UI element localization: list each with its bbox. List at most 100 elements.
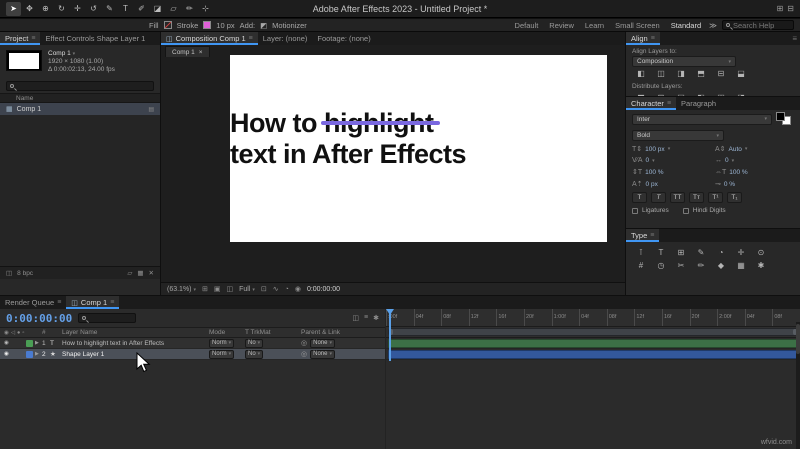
close-icon[interactable]: × <box>199 49 203 56</box>
kerning-value[interactable]: 0 <box>646 157 650 164</box>
type-panel-tool-icon[interactable]: T <box>654 248 668 257</box>
mask-visibility-icon[interactable]: ▣ <box>214 285 221 293</box>
tab-composition[interactable]: ◫ Composition Comp 1 ≡ <box>161 32 258 45</box>
type-panel-tool-icon[interactable]: ✏ <box>694 261 708 270</box>
superscript-button[interactable]: T¹ <box>708 192 723 203</box>
layer-name-column-header[interactable]: Layer Name <box>62 329 209 336</box>
panel-menu-icon[interactable]: ≡ <box>789 32 800 45</box>
workspace-learn[interactable]: Learn <box>582 21 607 30</box>
font-size-value[interactable]: 100 px <box>645 146 665 153</box>
tab-paragraph[interactable]: Paragraph <box>676 97 721 110</box>
timeline-search-input[interactable] <box>78 313 137 323</box>
selection-tool-icon[interactable]: ➤ <box>6 1 21 16</box>
align-v-center-icon[interactable]: ⊟ <box>714 69 728 78</box>
trkmat-dropdown[interactable]: No ▾ <box>245 349 264 359</box>
vertical-scale-value[interactable]: 100 % <box>645 169 663 176</box>
layer-1-duration-bar[interactable] <box>388 338 798 348</box>
pan-camera-tool-icon[interactable]: ✛ <box>70 2 85 16</box>
stroke-color-swatch[interactable] <box>203 21 212 29</box>
current-timecode[interactable]: 0:00:00:00 <box>6 312 72 325</box>
workspace-standard[interactable]: Standard <box>668 21 704 30</box>
zoom-level-dropdown[interactable]: (63.1%) ▾ <box>167 286 196 293</box>
distribute-v-center-icon[interactable]: ⊟ <box>654 93 668 96</box>
layer-row-1[interactable]: ◉ ▶ 1 T How to highlight text in After E… <box>0 338 385 349</box>
exposure-icon[interactable]: ∿ <box>273 285 279 293</box>
hand-tool-icon[interactable]: ✥ <box>22 2 37 16</box>
label-color-chip[interactable] <box>26 350 33 358</box>
label-color-chip[interactable] <box>26 339 33 347</box>
pen-tool-icon[interactable]: ✎ <box>102 2 117 16</box>
motionizer-button[interactable]: Motionizer <box>272 21 307 30</box>
panel-menu-icon[interactable]: ≡ <box>650 232 654 239</box>
roto-brush-tool-icon[interactable]: ✏ <box>182 2 197 16</box>
clone-stamp-tool-icon[interactable]: ◪ <box>150 2 165 16</box>
type-panel-tool-icon[interactable]: ✱ <box>754 261 768 270</box>
mode-dropdown[interactable]: Norm ▾ <box>209 349 235 359</box>
pick-whip-icon[interactable]: ◎ <box>301 350 307 358</box>
playhead[interactable] <box>386 309 394 361</box>
zoom-tool-icon[interactable]: ⊕ <box>38 2 53 16</box>
workspace-overflow-icon[interactable]: ≫ <box>709 21 717 30</box>
layer-2-duration-bar[interactable] <box>388 349 798 359</box>
panel-menu-icon[interactable]: ≡ <box>57 299 61 306</box>
timeline-scrollbar[interactable] <box>796 322 800 449</box>
font-size-control[interactable]: T⇕ 100 px ▾ <box>632 145 711 154</box>
resolution-dropdown[interactable]: Full ▾ <box>239 286 255 293</box>
leading-control[interactable]: A⇕ Auto ▾ <box>715 145 794 154</box>
fast-previews-icon[interactable]: ◔ <box>285 286 289 293</box>
tab-layer[interactable]: Layer: (none) <box>258 32 313 45</box>
eye-icon[interactable]: ◉ <box>4 340 9 346</box>
tab-effect-controls[interactable]: Effect Controls Shape Layer 1 <box>40 32 150 45</box>
workspace-small-screen[interactable]: Small Screen <box>612 21 663 30</box>
baseline-shift-control[interactable]: A⇡ 0 px <box>632 180 711 189</box>
parent-link-column-header[interactable]: Parent & Link <box>301 329 385 336</box>
distribute-bottom-icon[interactable]: ⬓ <box>674 93 688 96</box>
help-search-input[interactable]: Search Help <box>722 20 794 30</box>
subscript-button[interactable]: T₁ <box>727 192 742 203</box>
selected-item-name[interactable]: Comp 1 ▾ <box>48 50 115 58</box>
delete-icon[interactable]: ✕ <box>149 269 154 277</box>
workspace-review[interactable]: Review <box>546 21 577 30</box>
interpret-footage-icon[interactable]: ◫ <box>6 269 12 277</box>
leading-value[interactable]: Auto <box>729 146 742 153</box>
tab-footage[interactable]: Footage: (none) <box>312 32 375 45</box>
eye-icon[interactable]: ◉ <box>4 351 9 357</box>
faux-bold-button[interactable]: T <box>632 192 647 203</box>
eraser-tool-icon[interactable]: ▱ <box>166 2 181 16</box>
horizontal-scale-value[interactable]: 100 % <box>729 169 747 176</box>
timeline-draft-icon[interactable]: ≡ <box>364 314 368 322</box>
workspace-grid-icon[interactable]: ⊞ <box>777 4 784 13</box>
type-panel-tool-icon[interactable]: # <box>634 261 648 270</box>
puppet-pin-tool-icon[interactable]: ⊹ <box>198 2 213 16</box>
project-search-input[interactable] <box>6 81 154 91</box>
layer-1-name[interactable]: How to highlight text in After Effects <box>62 340 209 347</box>
kerning-control[interactable]: V⁄A 0 ▾ <box>632 157 711 164</box>
type-panel-tool-icon[interactable]: ◆ <box>714 261 728 270</box>
vertical-scale-control[interactable]: ⇕T 100 % <box>632 168 711 177</box>
tracking-control[interactable]: ↔ 0 ▾ <box>715 157 794 164</box>
distribute-top-icon[interactable]: ⬒ <box>634 93 648 96</box>
panel-menu-icon[interactable]: ≡ <box>667 100 671 107</box>
align-h-center-icon[interactable]: ◫ <box>654 69 668 78</box>
layer-row-2[interactable]: ◉ ▶ 2 ★ Shape Layer 1 Norm ▾ No ▾ ◎ None ▾ <box>0 349 385 360</box>
align-right-icon[interactable]: ◨ <box>674 69 688 78</box>
small-caps-button[interactable]: Tт <box>689 192 704 203</box>
fill-color-chip[interactable] <box>776 112 785 121</box>
font-family-dropdown[interactable]: Inter ▾ <box>632 113 772 125</box>
faux-italic-button[interactable]: T <box>651 192 666 203</box>
ligatures-checkbox[interactable] <box>632 207 638 214</box>
brush-tool-icon[interactable]: ✐ <box>134 2 149 16</box>
mode-column-header[interactable]: Mode <box>209 329 245 336</box>
trkmat-column-header[interactable]: T TrkMat <box>245 329 277 336</box>
all-caps-button[interactable]: TT <box>670 192 685 203</box>
tab-character[interactable]: Character ≡ <box>626 97 677 110</box>
parent-dropdown[interactable]: None ▾ <box>310 349 335 359</box>
type-panel-tool-icon[interactable]: ◔ <box>714 248 728 257</box>
project-item-comp1[interactable]: ▦ Comp 1 ▤ <box>0 103 160 115</box>
type-panel-tool-icon[interactable]: ▦ <box>734 261 748 270</box>
type-panel-tool-icon[interactable]: ✂ <box>674 261 688 270</box>
panel-menu-icon[interactable]: ≡ <box>31 35 35 42</box>
panel-menu-icon[interactable]: ≡ <box>110 299 114 306</box>
horizontal-scale-control[interactable]: ⇔T 100 % <box>715 169 794 176</box>
font-style-dropdown[interactable]: Bold ▾ <box>632 130 724 141</box>
